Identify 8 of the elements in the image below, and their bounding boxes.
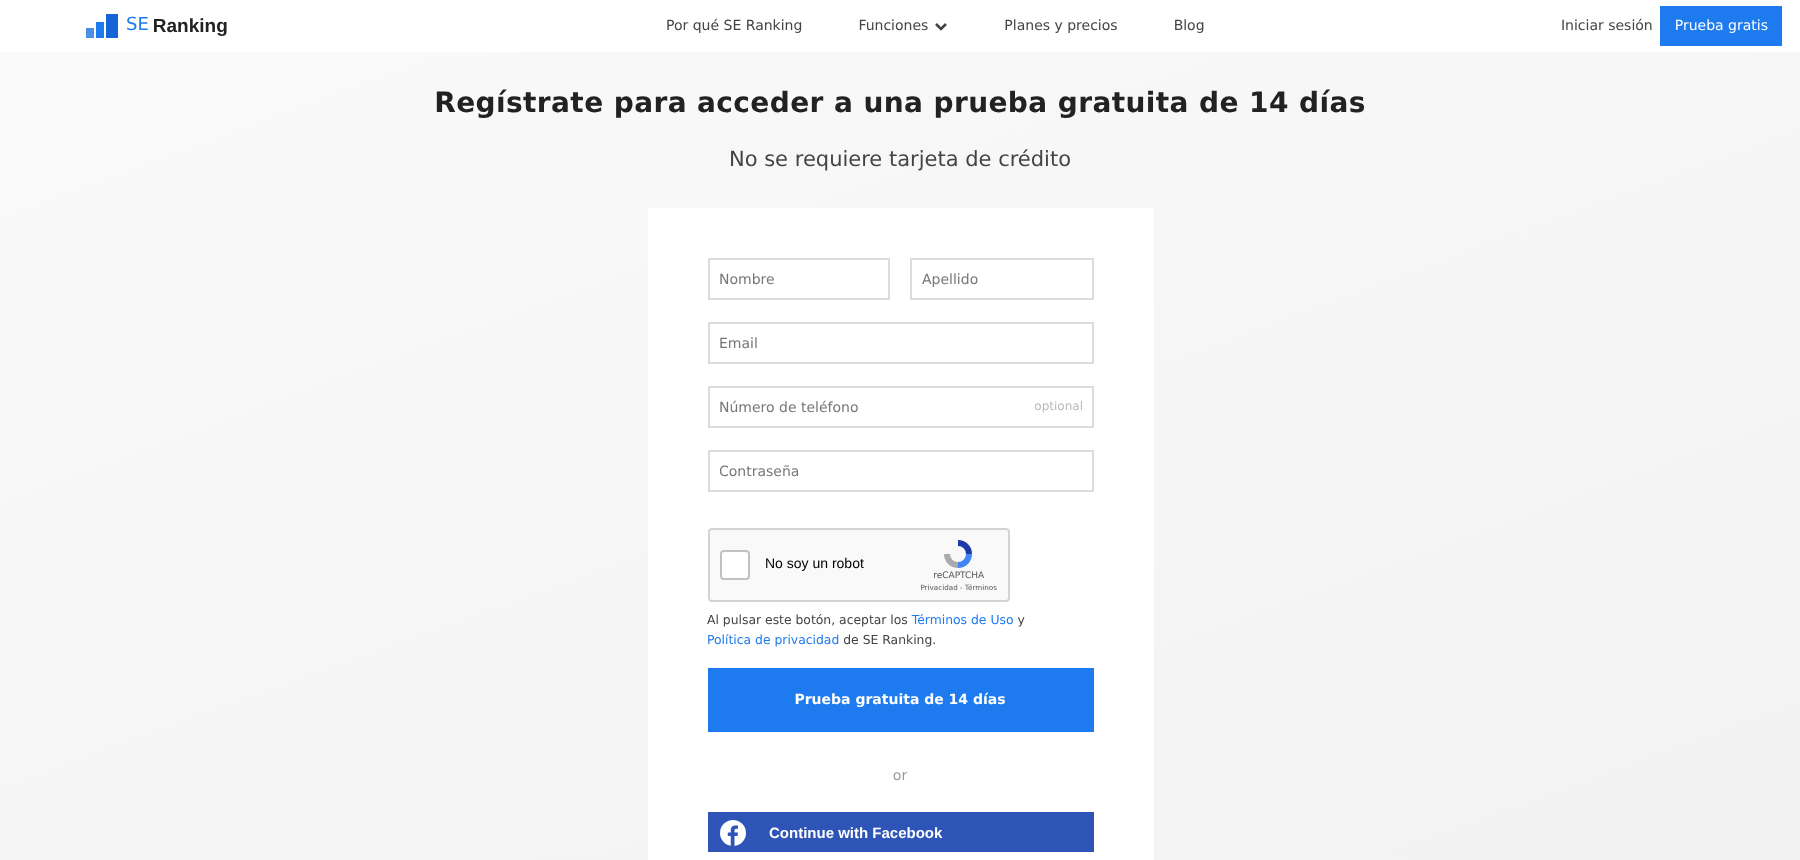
logo-text[interactable]: Ranking [152, 15, 228, 37]
page-title: Regístrate para acceder a una prueba gratuita de 14 días [434, 88, 1366, 120]
logo-icon [86, 14, 118, 38]
logo-text[interactable]: SE [126, 16, 149, 36]
facebook-icon [719, 819, 745, 845]
page-subtitle: No se requiere tarjeta de crédito [728, 148, 1072, 172]
captcha-checkbox[interactable] [719, 550, 749, 580]
recaptcha-icon [942, 538, 975, 570]
